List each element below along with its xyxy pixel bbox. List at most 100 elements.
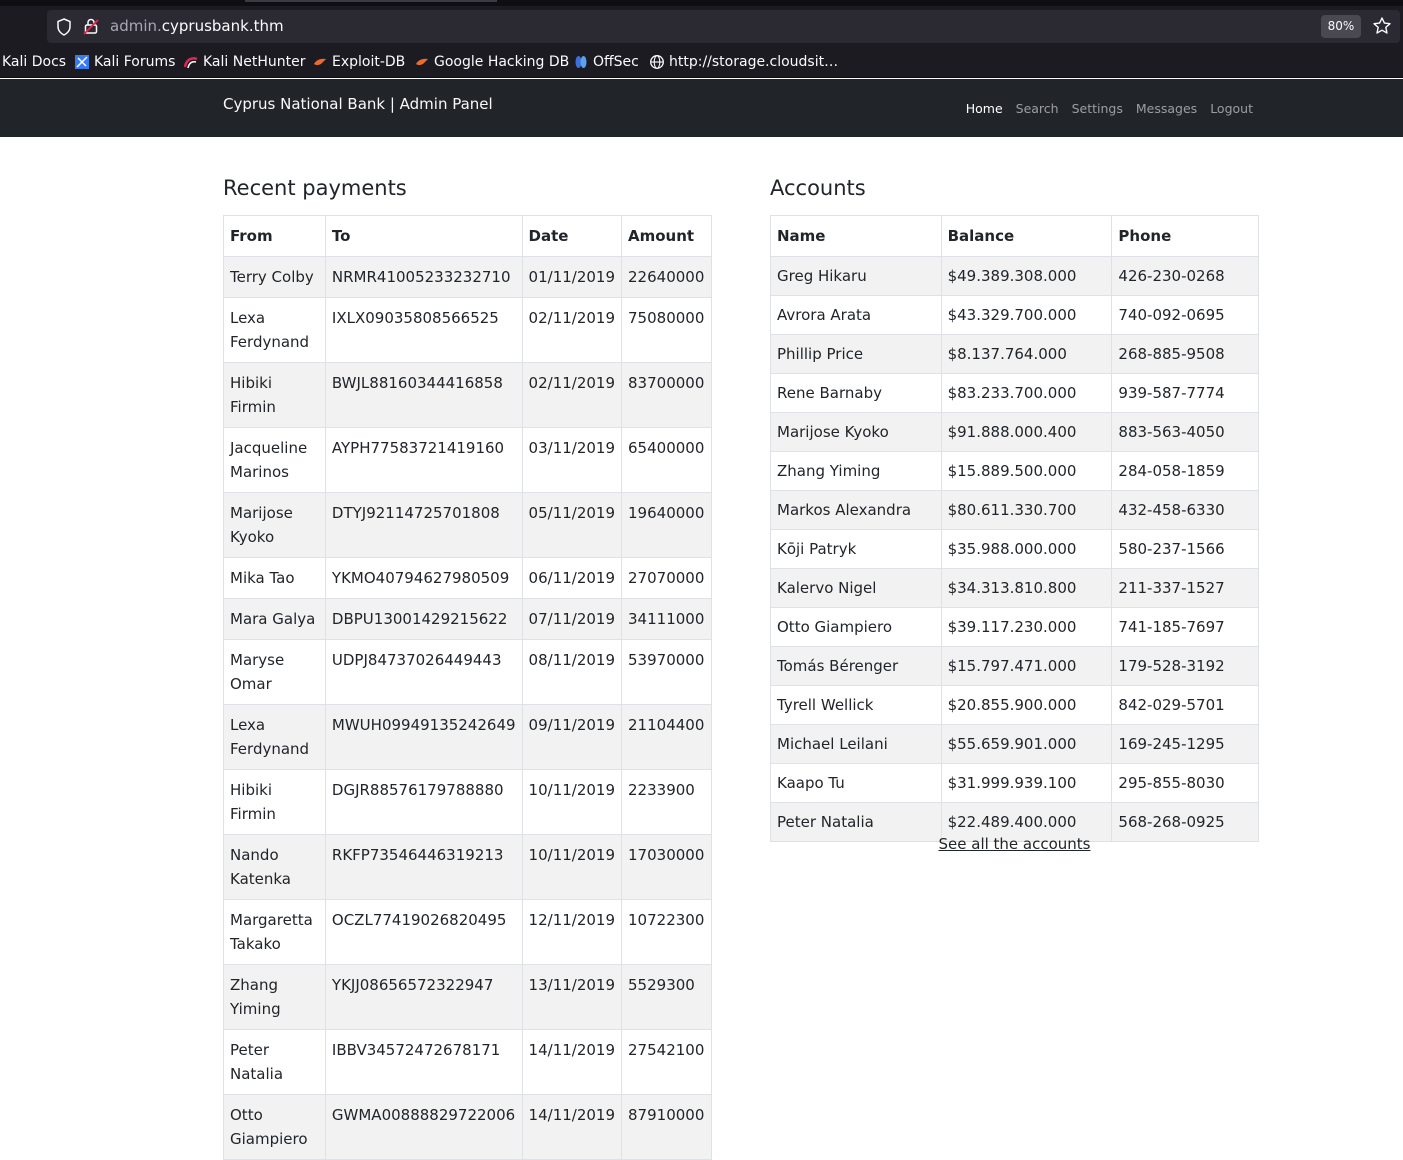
- table-cell: GWMA00888829722006: [324, 1094, 523, 1160]
- insecure-lock-icon[interactable]: [83, 17, 99, 35]
- table-cell: $43.329.700.000: [940, 295, 1113, 335]
- table-cell: Markos Alexandra: [770, 490, 942, 530]
- accounts-table-body: Greg Hikaru $49.389.308.000 426-230-0268 Av…: [770, 256, 1259, 842]
- table-cell: Marijose Kyoko: [770, 412, 942, 452]
- table-cell: Phillip Price: [770, 334, 942, 374]
- table-cell: 13/11/2019: [521, 964, 623, 1030]
- nav-messages[interactable]: Messages: [1136, 101, 1197, 116]
- table-cell: 27542100: [621, 1029, 712, 1095]
- table-row: Maryse Omar UDPJ84737026449443 08/11/2019 5…: [223, 639, 712, 705]
- table-cell: $34.313.810.800: [940, 568, 1113, 608]
- table-cell: $39.117.230.000: [940, 607, 1113, 647]
- url-text[interactable]: admin.cyprusbank.thm: [110, 17, 284, 35]
- table-cell: $91.888.000.400: [940, 412, 1113, 452]
- bookmark-cloudsite[interactable]: http://storage.cloudsit…: [649, 53, 838, 71]
- zoom-level-button[interactable]: 80%: [1321, 15, 1361, 38]
- globe-icon: [650, 55, 664, 69]
- table-cell: 169-245-1295: [1111, 724, 1259, 764]
- table-cell: 295-855-8030: [1111, 763, 1259, 803]
- bookmark-offsec[interactable]: OffSec: [573, 53, 639, 71]
- bookmark-label: Kali Forums: [94, 54, 176, 70]
- table-cell: Peter Natalia: [223, 1029, 326, 1095]
- table-cell: 65400000: [621, 427, 712, 493]
- table-cell: 03/11/2019: [521, 427, 623, 493]
- table-cell: 426-230-0268: [1111, 256, 1259, 296]
- table-row: Tomás Bérenger $15.797.471.000 179-528-319…: [770, 646, 1259, 686]
- table-row: Hibiki Firmin BWJL88160344416858 02/11/201…: [223, 362, 712, 428]
- column-header-name: Name: [770, 215, 942, 257]
- table-cell: Margaretta Takako: [223, 899, 326, 965]
- table-cell: 10/11/2019: [521, 769, 623, 835]
- tab-strip: [0, 0, 1403, 6]
- table-cell: UDPJ84737026449443: [324, 639, 523, 705]
- table-row: Phillip Price $8.137.764.000 268-885-9508: [770, 334, 1259, 374]
- column-header-date: Date: [521, 215, 623, 257]
- table-row: Margaretta Takako OCZL77419026820495 12/11…: [223, 899, 712, 965]
- table-cell: 284-058-1859: [1111, 451, 1259, 491]
- table-cell: Nando Katenka: [223, 834, 326, 900]
- table-row: Marijose Kyoko $91.888.000.400 883-563-405…: [770, 412, 1259, 452]
- table-row: Zhang Yiming YKJJ08656572322947 13/11/2019…: [223, 964, 712, 1030]
- payments-table-body: Terry Colby NRMR41005233232710 01/11/2019 2…: [223, 256, 712, 1160]
- table-cell: Greg Hikaru: [770, 256, 942, 296]
- table-cell: $55.659.901.000: [940, 724, 1113, 764]
- table-cell: 10722300: [621, 899, 712, 965]
- table-cell: YKJJ08656572322947: [324, 964, 523, 1030]
- table-cell: 53970000: [621, 639, 712, 705]
- table-cell: 06/11/2019: [521, 557, 623, 599]
- table-row: Mara Galya DBPU13001429215622 07/11/2019 34…: [223, 598, 712, 640]
- bookmark-kali-nethunter[interactable]: Kali NetHunter: [183, 53, 305, 71]
- bookmark-label: Kali NetHunter: [203, 54, 306, 70]
- table-cell: $80.611.330.700: [940, 490, 1113, 530]
- table-row: Avrora Arata $43.329.700.000 740-092-0695: [770, 295, 1259, 335]
- table-cell: 12/11/2019: [521, 899, 623, 965]
- table-cell: Hibiki Firmin: [223, 769, 326, 835]
- table-row: Kōji Patryk $35.988.000.000 580-237-1566: [770, 529, 1259, 569]
- table-cell: 5529300: [621, 964, 712, 1030]
- table-cell: Maryse Omar: [223, 639, 326, 705]
- table-row: Greg Hikaru $49.389.308.000 426-230-0268: [770, 256, 1259, 296]
- bookmark-kali-forums[interactable]: Kali Forums: [74, 53, 175, 71]
- table-row: Michael Leilani $55.659.901.000 169-245-12…: [770, 724, 1259, 764]
- table-cell: $15.797.471.000: [940, 646, 1113, 686]
- column-header-to: To: [324, 215, 523, 257]
- table-cell: IXLX09035808566525: [324, 297, 523, 363]
- nav-logout[interactable]: Logout: [1210, 101, 1253, 116]
- see-all-accounts: See all the accounts: [770, 835, 1259, 853]
- active-tab-indicator[interactable]: [245, 0, 497, 2]
- table-cell: 740-092-0695: [1111, 295, 1259, 335]
- bookmark-exploit-db[interactable]: Exploit-DB: [312, 53, 405, 71]
- accounts-table: Name Balance Phone Greg Hikaru $49.389.30…: [770, 215, 1259, 842]
- table-row: Tyrell Wellick $20.855.900.000 842-029-570…: [770, 685, 1259, 725]
- bookmark-kali-docs[interactable]: Kali Docs: [2, 53, 66, 71]
- table-cell: Terry Colby: [223, 256, 326, 298]
- bookmark-star-icon[interactable]: [1372, 16, 1392, 36]
- recent-payments-heading: Recent payments: [223, 176, 407, 200]
- nav-settings[interactable]: Settings: [1072, 101, 1123, 116]
- brand-title[interactable]: Cyprus National Bank | Admin Panel: [223, 95, 493, 113]
- table-cell: 10/11/2019: [521, 834, 623, 900]
- table-cell: 02/11/2019: [521, 297, 623, 363]
- table-header-row: Name Balance Phone: [770, 215, 1259, 257]
- table-cell: 580-237-1566: [1111, 529, 1259, 569]
- table-cell: Otto Giampiero: [770, 607, 942, 647]
- bookmark-google-hacking-db[interactable]: Google Hacking DB: [414, 53, 569, 71]
- see-all-accounts-link[interactable]: See all the accounts: [939, 835, 1091, 853]
- bookmark-label: OffSec: [593, 54, 639, 70]
- bookmark-label: Google Hacking DB: [434, 54, 570, 70]
- nav-search[interactable]: Search: [1016, 101, 1059, 116]
- shield-icon[interactable]: [56, 18, 72, 36]
- bookmarks-toolbar: Kali Docs Kali Forums Kali NetHunter Exp…: [0, 46, 1403, 78]
- table-cell: Jacqueline Marinos: [223, 427, 326, 493]
- table-cell: 842-029-5701: [1111, 685, 1259, 725]
- table-cell: $31.999.939.100: [940, 763, 1113, 803]
- nav-links: Home Search Settings Messages Logout: [953, 101, 1253, 116]
- table-cell: $35.988.000.000: [940, 529, 1113, 569]
- table-cell: $83.233.700.000: [940, 373, 1113, 413]
- nav-home[interactable]: Home: [966, 101, 1003, 116]
- table-cell: YKMO40794627980509: [324, 557, 523, 599]
- table-cell: Kōji Patryk: [770, 529, 942, 569]
- table-cell: $49.389.308.000: [940, 256, 1113, 296]
- column-header-phone: Phone: [1111, 215, 1259, 257]
- table-row: Lexa Ferdynand MWUH09949135242649 09/11/20…: [223, 704, 712, 770]
